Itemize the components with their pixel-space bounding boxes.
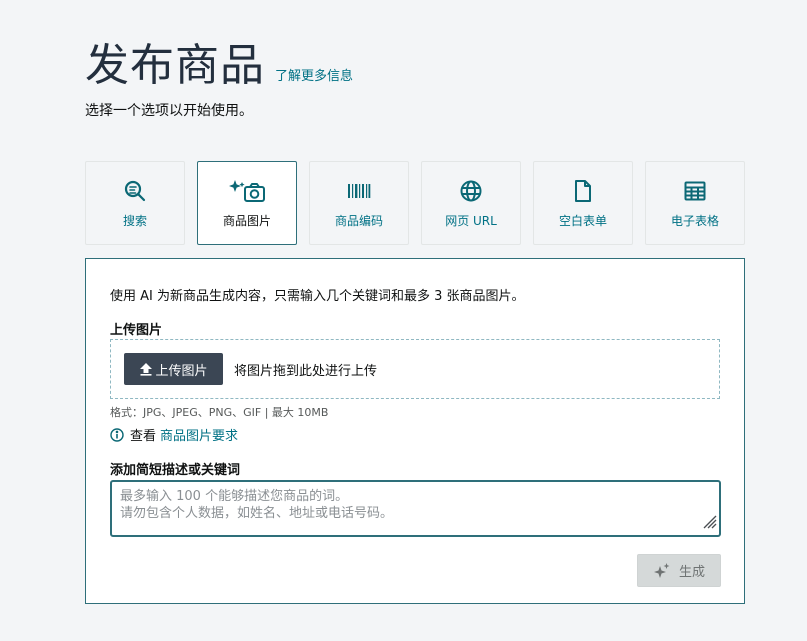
generate-button[interactable]: 生成 (637, 554, 721, 587)
tab-search[interactable]: 搜索 (85, 161, 185, 245)
format-info: 格式：JPG、JPEG、PNG、GIF | 最大 10MB (110, 406, 329, 419)
upload-icon (140, 363, 153, 376)
description-field-wrapper (110, 480, 721, 537)
requirements-row: 查看 商品图片要求 (110, 425, 238, 444)
tab-label: 电子表格 (670, 213, 719, 228)
upload-heading: 上传图片 (110, 323, 163, 338)
tab-web-url[interactable]: 网页 URL (421, 161, 521, 245)
tab-spreadsheet[interactable]: 电子表格 (645, 161, 745, 245)
image-requirements-link[interactable]: 商品图片要求 (160, 425, 238, 444)
product-image-panel: 使用 AI 为新商品生成内容，只需输入几个关键词和最多 3 张商品图片。 上传图… (85, 258, 745, 604)
image-dropzone[interactable]: 上传图片 将图片拖到此处进行上传 (110, 339, 720, 399)
tab-product-image[interactable]: 商品图片 (197, 161, 297, 245)
camera-sparkle-icon (228, 178, 266, 204)
learn-more-link[interactable]: 了解更多信息 (275, 65, 353, 84)
tab-label: 商品图片 (222, 213, 271, 228)
tab-label: 网页 URL (445, 213, 497, 228)
page-title: 发布商品 (85, 40, 265, 91)
sparkle-icon (653, 562, 670, 578)
tab-label: 空白表单 (558, 213, 607, 228)
page-header: 发布商品 了解更多信息 (85, 38, 353, 94)
resize-handle-icon[interactable] (701, 513, 717, 533)
drop-hint: 将图片拖到此处进行上传 (234, 363, 378, 379)
description-textarea[interactable] (112, 482, 719, 535)
tab-label: 商品编码 (334, 213, 383, 228)
panel-intro: 使用 AI 为新商品生成内容，只需输入几个关键词和最多 3 张商品图片。 (110, 289, 525, 304)
spreadsheet-icon (684, 178, 706, 204)
barcode-icon (347, 178, 371, 204)
upload-button-label: 上传图片 (155, 363, 208, 379)
description-heading: 添加简短描述或关键词 (110, 463, 241, 478)
upload-image-button[interactable]: 上传图片 (124, 353, 223, 385)
info-icon (110, 427, 124, 442)
document-icon (573, 178, 593, 204)
tab-product-code[interactable]: 商品编码 (309, 161, 409, 245)
option-tabs: 搜索 商品图片 商品编码 网页 URL 空白表单 电子表格 (85, 161, 745, 245)
tab-blank-form[interactable]: 空白表单 (533, 161, 633, 245)
generate-button-label: 生成 (678, 565, 705, 580)
page-subtitle: 选择一个选项以开始使用。 (85, 103, 253, 119)
tab-label: 搜索 (122, 213, 147, 228)
globe-icon (459, 178, 483, 204)
search-icon (123, 178, 147, 204)
view-text: 查看 (130, 429, 157, 444)
